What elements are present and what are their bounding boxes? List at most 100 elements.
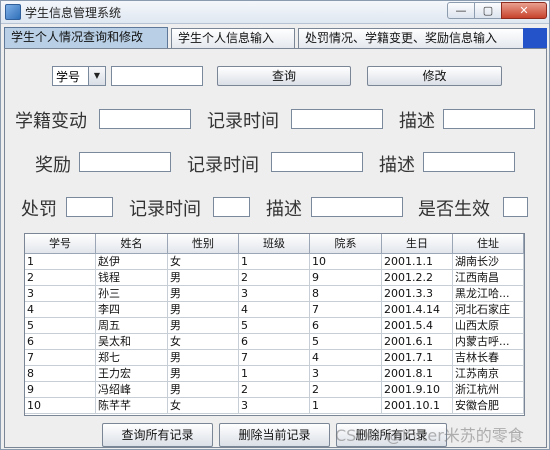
cell-birthday[interactable]: 2001.3.3 bbox=[382, 286, 453, 302]
cell-department[interactable]: 6 bbox=[310, 318, 382, 334]
cell-name[interactable]: 郑七 bbox=[96, 350, 168, 366]
cell-gender[interactable]: 男 bbox=[168, 286, 239, 302]
cell-id[interactable]: 8 bbox=[25, 366, 96, 382]
search-field-select[interactable]: 学号 ▼ bbox=[52, 66, 106, 86]
cell-id[interactable]: 1 bbox=[25, 254, 96, 270]
cell-class[interactable]: 4 bbox=[239, 302, 310, 318]
delete-current-button[interactable]: 删除当前记录 bbox=[219, 423, 330, 447]
cell-class[interactable]: 2 bbox=[239, 270, 310, 286]
cell-department[interactable]: 8 bbox=[310, 286, 382, 302]
chevron-down-icon[interactable]: ▼ bbox=[88, 67, 105, 85]
cell-name[interactable]: 冯绍峰 bbox=[96, 382, 168, 398]
cell-address[interactable]: 安徽合肥 bbox=[453, 398, 524, 414]
status-change-desc-input[interactable] bbox=[443, 109, 535, 129]
modify-button[interactable]: 修改 bbox=[367, 66, 502, 86]
cell-name[interactable]: 吴太和 bbox=[96, 334, 168, 350]
column-header-class[interactable]: 班级 bbox=[239, 234, 310, 254]
query-all-button[interactable]: 查询所有记录 bbox=[102, 423, 213, 447]
cell-address[interactable]: 浙江杭州 bbox=[453, 382, 524, 398]
cell-id[interactable]: 5 bbox=[25, 318, 96, 334]
cell-birthday[interactable]: 2001.4.14 bbox=[382, 302, 453, 318]
cell-class[interactable]: 7 bbox=[239, 350, 310, 366]
cell-id[interactable]: 2 bbox=[25, 270, 96, 286]
cell-class[interactable]: 5 bbox=[239, 318, 310, 334]
table-row[interactable]: 1 赵伊女 1 10 2001.1.1 湖南长沙 bbox=[25, 254, 524, 270]
cell-address[interactable]: 河北石家庄 bbox=[453, 302, 524, 318]
cell-gender[interactable]: 男 bbox=[168, 270, 239, 286]
cell-gender[interactable]: 女 bbox=[168, 398, 239, 414]
cell-birthday[interactable]: 2001.10.1 bbox=[382, 398, 453, 414]
column-header-name[interactable]: 姓名 bbox=[96, 234, 168, 254]
table-row[interactable]: 4 李四男 4 7 2001.4.14 河北石家庄 bbox=[25, 302, 524, 318]
cell-id[interactable]: 9 bbox=[25, 382, 96, 398]
cell-birthday[interactable]: 2001.8.1 bbox=[382, 366, 453, 382]
table-row[interactable]: 9 冯绍峰男 2 2 2001.9.10 浙江杭州 bbox=[25, 382, 524, 398]
tab-student-input[interactable]: 学生个人信息输入 bbox=[171, 28, 295, 48]
cell-gender[interactable]: 女 bbox=[168, 334, 239, 350]
title-bar[interactable]: 学生信息管理系统 — ▢ ✕ bbox=[1, 1, 549, 24]
column-header-gender[interactable]: 性别 bbox=[168, 234, 239, 254]
cell-class[interactable]: 3 bbox=[239, 398, 310, 414]
cell-address[interactable]: 内蒙古呼... bbox=[453, 334, 524, 350]
cell-id[interactable]: 6 bbox=[25, 334, 96, 350]
tab-punish-change-reward-input[interactable]: 处罚情况、学籍变更、奖励信息输入 bbox=[298, 28, 526, 48]
table-row[interactable]: 7 郑七男 7 4 2001.7.1 吉林长春 bbox=[25, 350, 524, 366]
cell-gender[interactable]: 男 bbox=[168, 318, 239, 334]
cell-birthday[interactable]: 2001.7.1 bbox=[382, 350, 453, 366]
reward-time-input[interactable] bbox=[271, 152, 363, 172]
cell-gender[interactable]: 女 bbox=[168, 254, 239, 270]
cell-class[interactable]: 6 bbox=[239, 334, 310, 350]
cell-gender[interactable]: 男 bbox=[168, 382, 239, 398]
column-header-department[interactable]: 院系 bbox=[310, 234, 382, 254]
column-header-address[interactable]: 住址 bbox=[453, 234, 524, 254]
cell-class[interactable]: 3 bbox=[239, 286, 310, 302]
cell-department[interactable]: 2 bbox=[310, 382, 382, 398]
cell-class[interactable]: 2 bbox=[239, 382, 310, 398]
cell-birthday[interactable]: 2001.1.1 bbox=[382, 254, 453, 270]
cell-gender[interactable]: 男 bbox=[168, 350, 239, 366]
cell-address[interactable]: 江西南昌 bbox=[453, 270, 524, 286]
search-input[interactable] bbox=[111, 66, 203, 86]
cell-class[interactable]: 1 bbox=[239, 254, 310, 270]
cell-id[interactable]: 3 bbox=[25, 286, 96, 302]
minimize-button[interactable]: — bbox=[447, 2, 475, 19]
close-button[interactable]: ✕ bbox=[501, 2, 547, 19]
punish-desc-input[interactable] bbox=[311, 197, 403, 217]
punish-time-input[interactable] bbox=[213, 197, 250, 217]
table-row[interactable]: 3 孙三男 3 8 2001.3.3 黑龙江哈... bbox=[25, 286, 524, 302]
cell-name[interactable]: 孙三 bbox=[96, 286, 168, 302]
cell-gender[interactable]: 男 bbox=[168, 366, 239, 382]
cell-department[interactable]: 5 bbox=[310, 334, 382, 350]
cell-department[interactable]: 10 bbox=[310, 254, 382, 270]
cell-department[interactable]: 4 bbox=[310, 350, 382, 366]
maximize-button[interactable]: ▢ bbox=[474, 2, 502, 19]
cell-name[interactable]: 赵伊 bbox=[96, 254, 168, 270]
cell-birthday[interactable]: 2001.9.10 bbox=[382, 382, 453, 398]
cell-department[interactable]: 7 bbox=[310, 302, 382, 318]
cell-department[interactable]: 9 bbox=[310, 270, 382, 286]
cell-address[interactable]: 黑龙江哈... bbox=[453, 286, 524, 302]
cell-department[interactable]: 3 bbox=[310, 366, 382, 382]
cell-class[interactable]: 1 bbox=[239, 366, 310, 382]
cell-gender[interactable]: 男 bbox=[168, 302, 239, 318]
cell-name[interactable]: 陈芊芊 bbox=[96, 398, 168, 414]
cell-name[interactable]: 钱程 bbox=[96, 270, 168, 286]
table-row[interactable]: 8 王力宏男 1 3 2001.8.1 江苏南京 bbox=[25, 366, 524, 382]
cell-id[interactable]: 4 bbox=[25, 302, 96, 318]
cell-id[interactable]: 10 bbox=[25, 398, 96, 414]
cell-birthday[interactable]: 2001.6.1 bbox=[382, 334, 453, 350]
reward-input[interactable] bbox=[79, 152, 171, 172]
punish-input[interactable] bbox=[66, 197, 113, 217]
table-row[interactable]: 2 钱程男 2 9 2001.2.2 江西南昌 bbox=[25, 270, 524, 286]
reward-desc-input[interactable] bbox=[423, 152, 515, 172]
status-change-time-input[interactable] bbox=[291, 109, 383, 129]
student-table[interactable]: 学号 姓名 性别 班级 院系 生日 住址 1 赵伊女 1 10 2001.1.1 湖南长沙… bbox=[24, 233, 525, 416]
status-change-input[interactable] bbox=[99, 109, 191, 129]
cell-department[interactable]: 1 bbox=[310, 398, 382, 414]
cell-name[interactable]: 王力宏 bbox=[96, 366, 168, 382]
cell-address[interactable]: 吉林长春 bbox=[453, 350, 524, 366]
query-button[interactable]: 查询 bbox=[217, 66, 351, 86]
table-row[interactable]: 5 周五男 5 6 2001.5.4 山西太原 bbox=[25, 318, 524, 334]
column-header-birthday[interactable]: 生日 bbox=[382, 234, 453, 254]
cell-birthday[interactable]: 2001.5.4 bbox=[382, 318, 453, 334]
